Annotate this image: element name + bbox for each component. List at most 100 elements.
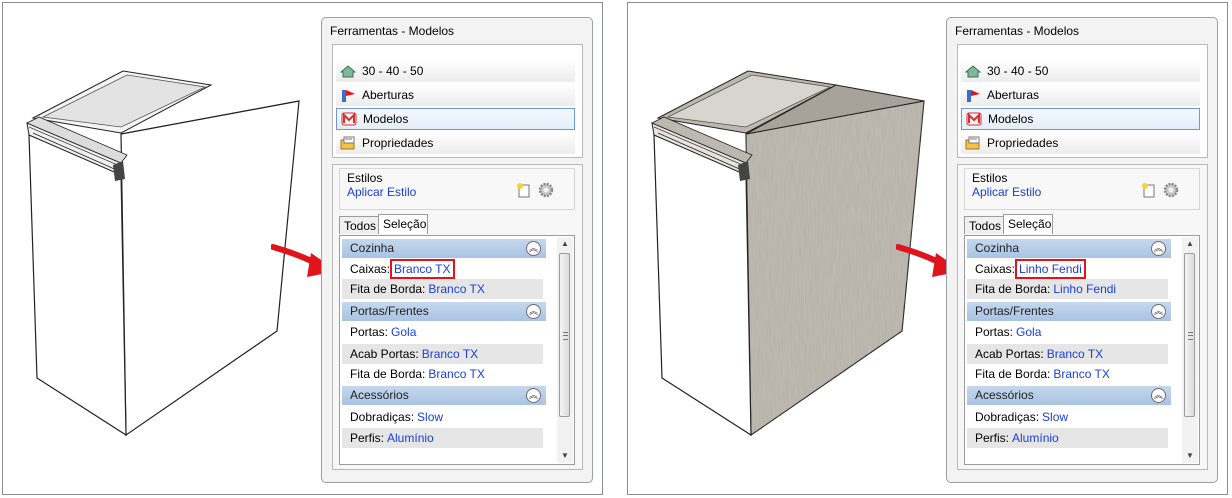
row-value-link[interactable]: Gola xyxy=(391,325,416,339)
row-value-link[interactable]: Linho Fendi xyxy=(1015,259,1086,279)
styles-section: Estilos Aplicar Estilo Todos Seleção Coz… xyxy=(957,164,1208,470)
row-value-link[interactable]: Branco TX xyxy=(428,282,484,296)
collapse-icon[interactable]: ︽ xyxy=(526,304,541,319)
row-value-link[interactable]: Branco TX xyxy=(428,367,484,381)
row-value-link[interactable]: Gola xyxy=(1016,325,1041,339)
row-label: Portas: xyxy=(350,325,389,339)
properties-list: Cozinha ︽ Caixas: Linho Fendi Fita de Bor… xyxy=(964,235,1200,465)
row-label: Fita de Borda: xyxy=(975,282,1051,296)
group-title: Cozinha xyxy=(975,241,1020,255)
nav-item-label: Modelos xyxy=(363,112,409,126)
nav-item-modelos[interactable]: Modelos xyxy=(961,108,1200,130)
nav-item-aberturas[interactable]: Aberturas xyxy=(961,84,1200,106)
nav-item-propriedades[interactable]: Propriedades xyxy=(961,132,1200,154)
list-item: Acab Portas: Branco TX xyxy=(342,344,543,364)
row-value-link[interactable]: Linho Fendi xyxy=(1053,282,1116,296)
scroll-up-icon[interactable]: ▲ xyxy=(557,237,573,251)
row-value-link[interactable]: Alumínio xyxy=(1012,431,1059,445)
apply-style-link[interactable]: Aplicar Estilo xyxy=(972,185,1041,199)
group-header-cozinha[interactable]: Cozinha ︽ xyxy=(342,239,546,258)
row-label: Acab Portas: xyxy=(350,347,419,361)
collapse-icon[interactable]: ︽ xyxy=(1151,304,1166,319)
collapse-icon[interactable]: ︽ xyxy=(526,241,541,256)
group-header-cozinha[interactable]: Cozinha ︽ xyxy=(967,239,1171,258)
properties-icon xyxy=(340,136,355,150)
estilos-box: Estilos Aplicar Estilo xyxy=(339,168,575,210)
cabinet-3d-white xyxy=(26,70,300,437)
gear-icon[interactable] xyxy=(538,182,554,198)
row-value-link[interactable]: Slow xyxy=(417,410,443,424)
list-item: Perfis: Alumínio xyxy=(342,428,543,448)
scroll-thumb[interactable] xyxy=(559,253,570,417)
models-m-icon xyxy=(966,112,982,126)
group-header-acessorios[interactable]: Acessórios ︽ xyxy=(967,386,1171,405)
nav-item-label: Aberturas xyxy=(362,88,415,102)
group-header-portas-frentes[interactable]: Portas/Frentes ︽ xyxy=(342,302,546,321)
tab-selecao[interactable]: Seleção xyxy=(378,214,428,234)
estilos-label: Estilos xyxy=(347,171,383,185)
group-title: Portas/Frentes xyxy=(975,304,1054,318)
collapse-icon[interactable]: ︽ xyxy=(1151,241,1166,256)
row-value-link[interactable]: Branco TX xyxy=(422,347,478,361)
nav-list: 30 - 40 - 50 Aberturas Modelos Proprieda… xyxy=(332,44,583,158)
list-item: Caixas: Branco TX xyxy=(342,259,543,279)
nav-item-aberturas[interactable]: Aberturas xyxy=(336,84,575,106)
styles-section: Estilos Aplicar Estilo Todos Seleção Coz… xyxy=(332,164,583,470)
scrollbar[interactable]: ▲ ▼ xyxy=(1182,237,1198,463)
scroll-up-icon[interactable]: ▲ xyxy=(1182,237,1198,251)
group-title: Cozinha xyxy=(350,241,395,255)
cabinet-3d-linen xyxy=(651,70,925,437)
row-value-link[interactable]: Alumínio xyxy=(387,431,434,445)
nav-item-propriedades[interactable]: Propriedades xyxy=(336,132,575,154)
scroll-down-icon[interactable]: ▼ xyxy=(557,449,573,463)
row-label: Caixas: xyxy=(975,262,1016,276)
list-item: Portas: Gola xyxy=(967,322,1168,342)
estilos-label: Estilos xyxy=(972,171,1008,185)
row-value-link[interactable]: Branco TX xyxy=(1047,347,1103,361)
list-item: Portas: Gola xyxy=(342,322,543,342)
list-item: Fita de Borda: Branco TX xyxy=(342,279,543,299)
row-label: Fita de Borda: xyxy=(350,367,426,381)
scroll-thumb[interactable] xyxy=(1184,253,1195,417)
row-label: Fita de Borda: xyxy=(350,282,426,296)
new-style-icon[interactable] xyxy=(1141,182,1157,198)
nav-item-label: 30 - 40 - 50 xyxy=(362,64,424,78)
row-label: Caixas: xyxy=(350,262,391,276)
nav-list: 30 - 40 - 50 Aberturas Modelos Proprieda… xyxy=(957,44,1208,158)
collapse-icon[interactable]: ︽ xyxy=(526,388,541,403)
nav-item-label: Modelos xyxy=(988,112,1034,126)
group-title: Acessórios xyxy=(975,388,1034,402)
tab-selecao[interactable]: Seleção xyxy=(1003,214,1053,234)
nav-item-30-40-50[interactable]: 30 - 40 - 50 xyxy=(336,60,575,82)
properties-icon xyxy=(965,136,980,150)
row-value-link[interactable]: Branco TX xyxy=(389,259,455,279)
tools-models-panel: Ferramentas - Modelos 30 - 40 - 50 Abert… xyxy=(321,17,593,483)
list-item: Caixas: Linho Fendi xyxy=(967,259,1168,279)
nav-item-modelos[interactable]: Modelos xyxy=(336,108,575,130)
scrollbar[interactable]: ▲ ▼ xyxy=(557,237,573,463)
new-style-icon[interactable] xyxy=(516,182,532,198)
apply-style-link[interactable]: Aplicar Estilo xyxy=(347,185,416,199)
gear-icon[interactable] xyxy=(1163,182,1179,198)
estilos-box: Estilos Aplicar Estilo xyxy=(964,168,1200,210)
row-value-link[interactable]: Branco TX xyxy=(1053,367,1109,381)
list-item: Dobradiças: Slow xyxy=(967,407,1168,427)
collapse-icon[interactable]: ︽ xyxy=(1151,388,1166,403)
tab-todos[interactable]: Todos xyxy=(339,216,379,234)
scroll-down-icon[interactable]: ▼ xyxy=(1182,449,1198,463)
row-label: Perfis: xyxy=(350,431,385,445)
group-header-portas-frentes[interactable]: Portas/Frentes ︽ xyxy=(967,302,1171,321)
row-value-link[interactable]: Slow xyxy=(1042,410,1068,424)
nav-item-label: Propriedades xyxy=(362,136,434,150)
list-item: Fita de Borda: Branco TX xyxy=(967,364,1168,384)
tools-models-panel: Ferramentas - Modelos 30 - 40 - 50 Abert… xyxy=(946,17,1218,483)
house-icon xyxy=(965,65,981,78)
house-icon xyxy=(340,65,356,78)
nav-item-label: Propriedades xyxy=(987,136,1059,150)
list-item: Dobradiças: Slow xyxy=(342,407,543,427)
nav-item-30-40-50[interactable]: 30 - 40 - 50 xyxy=(961,60,1200,82)
right-screenshot: Ferramentas - Modelos 30 - 40 - 50 Abert… xyxy=(627,2,1228,495)
group-header-acessorios[interactable]: Acessórios ︽ xyxy=(342,386,546,405)
nav-item-label: 30 - 40 - 50 xyxy=(987,64,1049,78)
tab-todos[interactable]: Todos xyxy=(964,216,1004,234)
